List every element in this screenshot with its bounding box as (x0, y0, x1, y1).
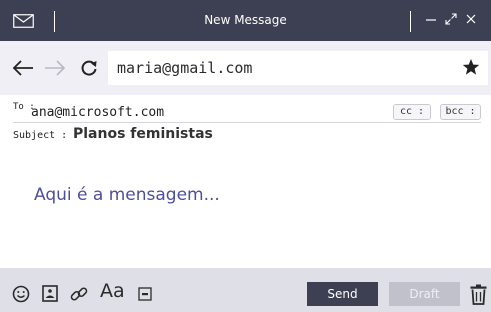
send-button[interactable]: Send (307, 282, 378, 306)
message-body[interactable]: Aqui é a mensagem... (34, 185, 220, 205)
arrow-right-icon[interactable] (44, 59, 66, 77)
close-icon[interactable] (466, 14, 476, 24)
reload-icon[interactable] (80, 59, 98, 77)
url-input[interactable] (108, 51, 488, 85)
maximize-icon[interactable] (445, 13, 457, 25)
to-field[interactable]: ana@microsoft.com (31, 105, 164, 120)
bcc-button[interactable]: bcc : (440, 104, 481, 120)
subject-label: Subject : (13, 130, 68, 141)
font-icon[interactable]: Aa (100, 280, 125, 302)
arrow-left-icon[interactable] (12, 59, 34, 77)
title-divider (410, 11, 411, 32)
image-icon[interactable] (42, 285, 58, 302)
gif-icon[interactable] (138, 287, 152, 301)
draft-button[interactable]: Draft (389, 282, 460, 306)
to-row: To : ana@microsoft.com cc : bcc : (0, 95, 491, 125)
address-bar (0, 41, 491, 95)
window-title: New Message (204, 13, 287, 27)
title-bar: New Message (0, 0, 491, 41)
minimize-icon[interactable] (424, 12, 438, 26)
smile-icon[interactable] (12, 285, 30, 303)
trash-icon[interactable] (470, 284, 487, 305)
star-icon[interactable] (462, 58, 480, 76)
compose-toolbar: Aa Send Draft (0, 268, 491, 312)
subject-field[interactable]: Planos feministas (73, 126, 213, 142)
subject-row: Subject : Planos feministas (0, 123, 491, 147)
cc-button[interactable]: cc : (393, 104, 431, 120)
link-icon[interactable] (70, 285, 88, 303)
